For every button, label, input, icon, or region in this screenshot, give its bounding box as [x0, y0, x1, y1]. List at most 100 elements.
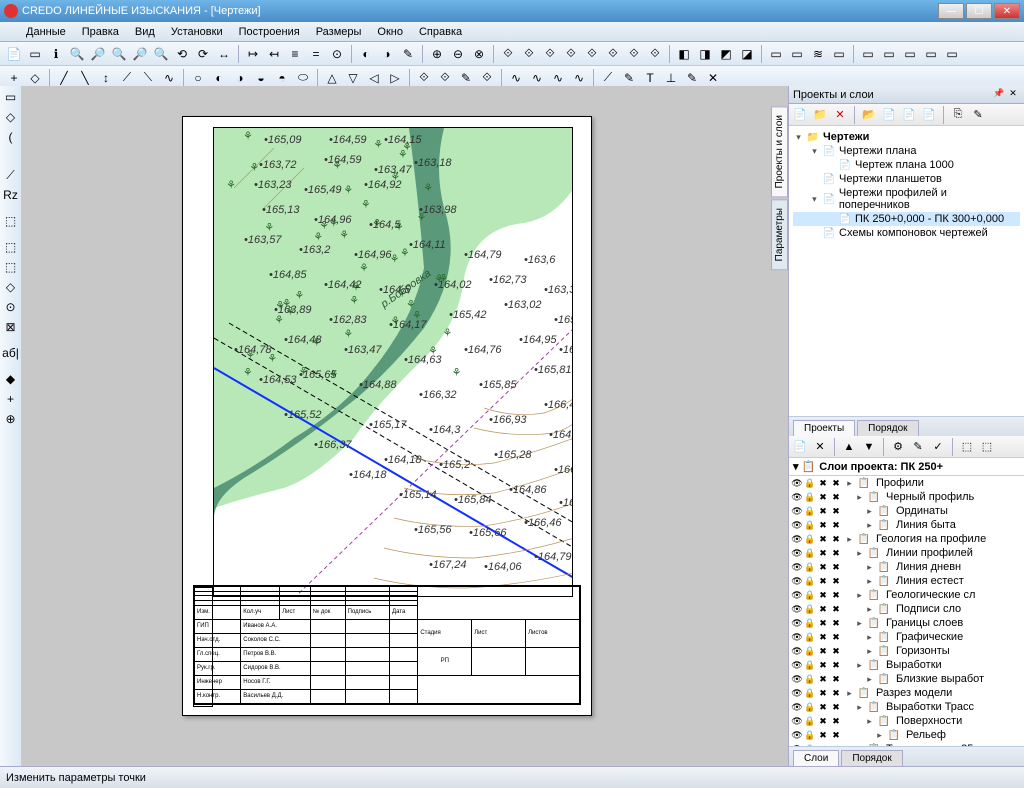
tool-btn-tb2-13[interactable]: ◒: [251, 68, 271, 88]
tool-btn-tb2-22[interactable]: ⟐: [414, 68, 434, 88]
tool-btn-tb1-4[interactable]: 🔎: [88, 44, 108, 64]
tree-item[interactable]: ▾📄Чертежи плана: [793, 144, 1020, 158]
menu-данные[interactable]: Данные: [18, 24, 74, 40]
menu-построения[interactable]: Построения: [231, 24, 308, 40]
workspace[interactable]: р.Бобровка: [22, 86, 788, 766]
layer-extra1-icon[interactable]: ⬚: [958, 438, 976, 456]
layer-row[interactable]: 👁🔒✖✖▸📋Границы слоев: [789, 616, 1024, 630]
tool-btn-tb1-33[interactable]: ⟐: [645, 44, 665, 64]
tool-btn-tb1-40[interactable]: ▭: [766, 44, 786, 64]
tool-btn-tb1-43[interactable]: ▭: [829, 44, 849, 64]
tool-btn-tb1-15[interactable]: =: [306, 44, 326, 64]
ltool-2[interactable]: (: [2, 128, 20, 146]
tool-btn-tb1-13[interactable]: ↤: [264, 44, 284, 64]
ltool-1[interactable]: ◇: [2, 108, 20, 126]
layer-row[interactable]: 👁🔒✖✖▸📋Линия дневн: [789, 560, 1024, 574]
tool-btn-tb1-0[interactable]: 📄: [4, 44, 24, 64]
layer-check-icon[interactable]: ✓: [929, 438, 947, 456]
ltool-20[interactable]: +: [2, 390, 20, 408]
layer-up-icon[interactable]: ▲: [840, 438, 858, 456]
tool-btn-tb2-30[interactable]: ∿: [569, 68, 589, 88]
tree-item[interactable]: 📄Чертеж плана 1000: [793, 158, 1020, 172]
new-project-icon[interactable]: 📄: [791, 106, 809, 124]
new-folder-icon[interactable]: 📁: [811, 106, 829, 124]
layer-row[interactable]: 👁🔒✖✖▸📋Ординаты: [789, 504, 1024, 518]
tool-btn-tb1-46[interactable]: ▭: [879, 44, 899, 64]
tool-btn-tb2-15[interactable]: ⬭: [293, 68, 313, 88]
layer-row[interactable]: 👁🔒✖✖▸📋Линия естест: [789, 574, 1024, 588]
copy-icon[interactable]: ⎘: [949, 106, 967, 124]
tab-order-2[interactable]: Порядок: [841, 750, 902, 766]
tool-btn-tb1-7[interactable]: 🔍: [151, 44, 171, 64]
tab-projects[interactable]: Проекты: [793, 420, 855, 436]
tool-btn-tb1-27[interactable]: ⟐: [519, 44, 539, 64]
layer-row[interactable]: 👁🔒✖✖▸📋Выработки: [789, 658, 1024, 672]
tool-btn-tb1-36[interactable]: ◨: [695, 44, 715, 64]
tool-btn-tb2-23[interactable]: ⟐: [435, 68, 455, 88]
tool-btn-tb2-34[interactable]: T: [640, 68, 660, 88]
tool-btn-tb1-9[interactable]: ⟳: [193, 44, 213, 64]
tool-btn-tb2-18[interactable]: ▽: [343, 68, 363, 88]
tool-btn-tb2-3[interactable]: ╱: [54, 68, 74, 88]
close-button[interactable]: ✕: [994, 3, 1020, 19]
tool-btn-tb1-35[interactable]: ◧: [674, 44, 694, 64]
tool-btn-tb1-19[interactable]: ◑: [377, 44, 397, 64]
layer-row[interactable]: 👁🔒✖✖▸📋Графические: [789, 630, 1024, 644]
ltool-12[interactable]: ⬚: [2, 258, 20, 276]
panel-pin-icon[interactable]: 📌: [992, 88, 1006, 102]
tree-item[interactable]: ▾📄Чертежи профилей и поперечников: [793, 186, 1020, 212]
tool-btn-tb1-12[interactable]: ↦: [243, 44, 263, 64]
tool-btn-tb1-26[interactable]: ⟐: [498, 44, 518, 64]
tool-btn-tb1-24[interactable]: ⊗: [469, 44, 489, 64]
layer-row[interactable]: 👁🔒✖✖▸📋Черный профиль: [789, 490, 1024, 504]
panel-close-icon[interactable]: ✕: [1006, 88, 1020, 102]
doc2-icon[interactable]: 📄: [900, 106, 918, 124]
layer-row[interactable]: 👁🔒✖✖▸📋Подписи сло: [789, 602, 1024, 616]
tool-btn-tb2-20[interactable]: ▷: [385, 68, 405, 88]
layer-row[interactable]: 👁🔒✖✖▸📋Близкие выработ: [789, 672, 1024, 686]
tool-btn-tb1-48[interactable]: ▭: [921, 44, 941, 64]
layer-row[interactable]: 👁🔒✖✖▸📋Рельеф: [789, 728, 1024, 742]
tool-btn-tb1-10[interactable]: ↔: [214, 44, 234, 64]
edit-icon[interactable]: ✎: [969, 106, 987, 124]
ltool-6[interactable]: ⟋: [2, 166, 20, 184]
tool-btn-tb2-14[interactable]: ◓: [272, 68, 292, 88]
layer-row[interactable]: 👁🔒✖✖▸📋Горизонты: [789, 644, 1024, 658]
ltool-19[interactable]: ◆: [2, 370, 20, 388]
tool-btn-tb2-7[interactable]: ⟍: [138, 68, 158, 88]
ltool-21[interactable]: ⊕: [2, 410, 20, 428]
maximize-button[interactable]: ☐: [966, 3, 992, 19]
tool-btn-tb1-29[interactable]: ⟐: [561, 44, 581, 64]
menu-вид[interactable]: Вид: [127, 24, 163, 40]
tool-btn-tb1-6[interactable]: 🔎: [130, 44, 150, 64]
layer-del-icon[interactable]: ✕: [811, 438, 829, 456]
ltool-17[interactable]: аб|: [2, 344, 20, 362]
tool-btn-tb1-32[interactable]: ⟐: [624, 44, 644, 64]
tool-btn-tb1-30[interactable]: ⟐: [582, 44, 602, 64]
tool-btn-tb1-45[interactable]: ▭: [858, 44, 878, 64]
tool-btn-tb1-1[interactable]: ▭: [25, 44, 45, 64]
ltool-11[interactable]: ⬚: [2, 238, 20, 256]
layer-row[interactable]: 👁🔒✖✖▸📋Выработки Трасс: [789, 700, 1024, 714]
doc3-icon[interactable]: 📄: [920, 106, 938, 124]
tool-btn-tb2-4[interactable]: ╲: [75, 68, 95, 88]
tool-btn-tb1-3[interactable]: 🔍: [67, 44, 87, 64]
tool-btn-tb2-37[interactable]: ✕: [703, 68, 723, 88]
tool-btn-tb1-5[interactable]: 🔍: [109, 44, 129, 64]
tool-btn-tb2-36[interactable]: ✎: [682, 68, 702, 88]
tool-btn-tb1-41[interactable]: ▭: [787, 44, 807, 64]
tool-btn-tb1-28[interactable]: ⟐: [540, 44, 560, 64]
menu-установки[interactable]: Установки: [163, 24, 231, 40]
open-icon[interactable]: 📂: [860, 106, 878, 124]
layer-row[interactable]: 👁🔒✖✖▸📋Геологические сл: [789, 588, 1024, 602]
tab-layers[interactable]: Слои: [793, 750, 839, 766]
tool-btn-tb2-0[interactable]: +: [4, 68, 24, 88]
tree-item[interactable]: 📄Чертежи планшетов: [793, 172, 1020, 186]
tool-btn-tb1-38[interactable]: ◪: [737, 44, 757, 64]
layer-row[interactable]: 👁🔒✖✖▸📋Поверхности: [789, 714, 1024, 728]
tool-btn-tb2-19[interactable]: ◁: [364, 68, 384, 88]
tree-item[interactable]: 📄ПК 250+0,000 - ПК 300+0,000: [793, 212, 1020, 226]
minimize-button[interactable]: —: [938, 3, 964, 19]
tool-btn-tb1-23[interactable]: ⊖: [448, 44, 468, 64]
ltool-15[interactable]: ⊠: [2, 318, 20, 336]
